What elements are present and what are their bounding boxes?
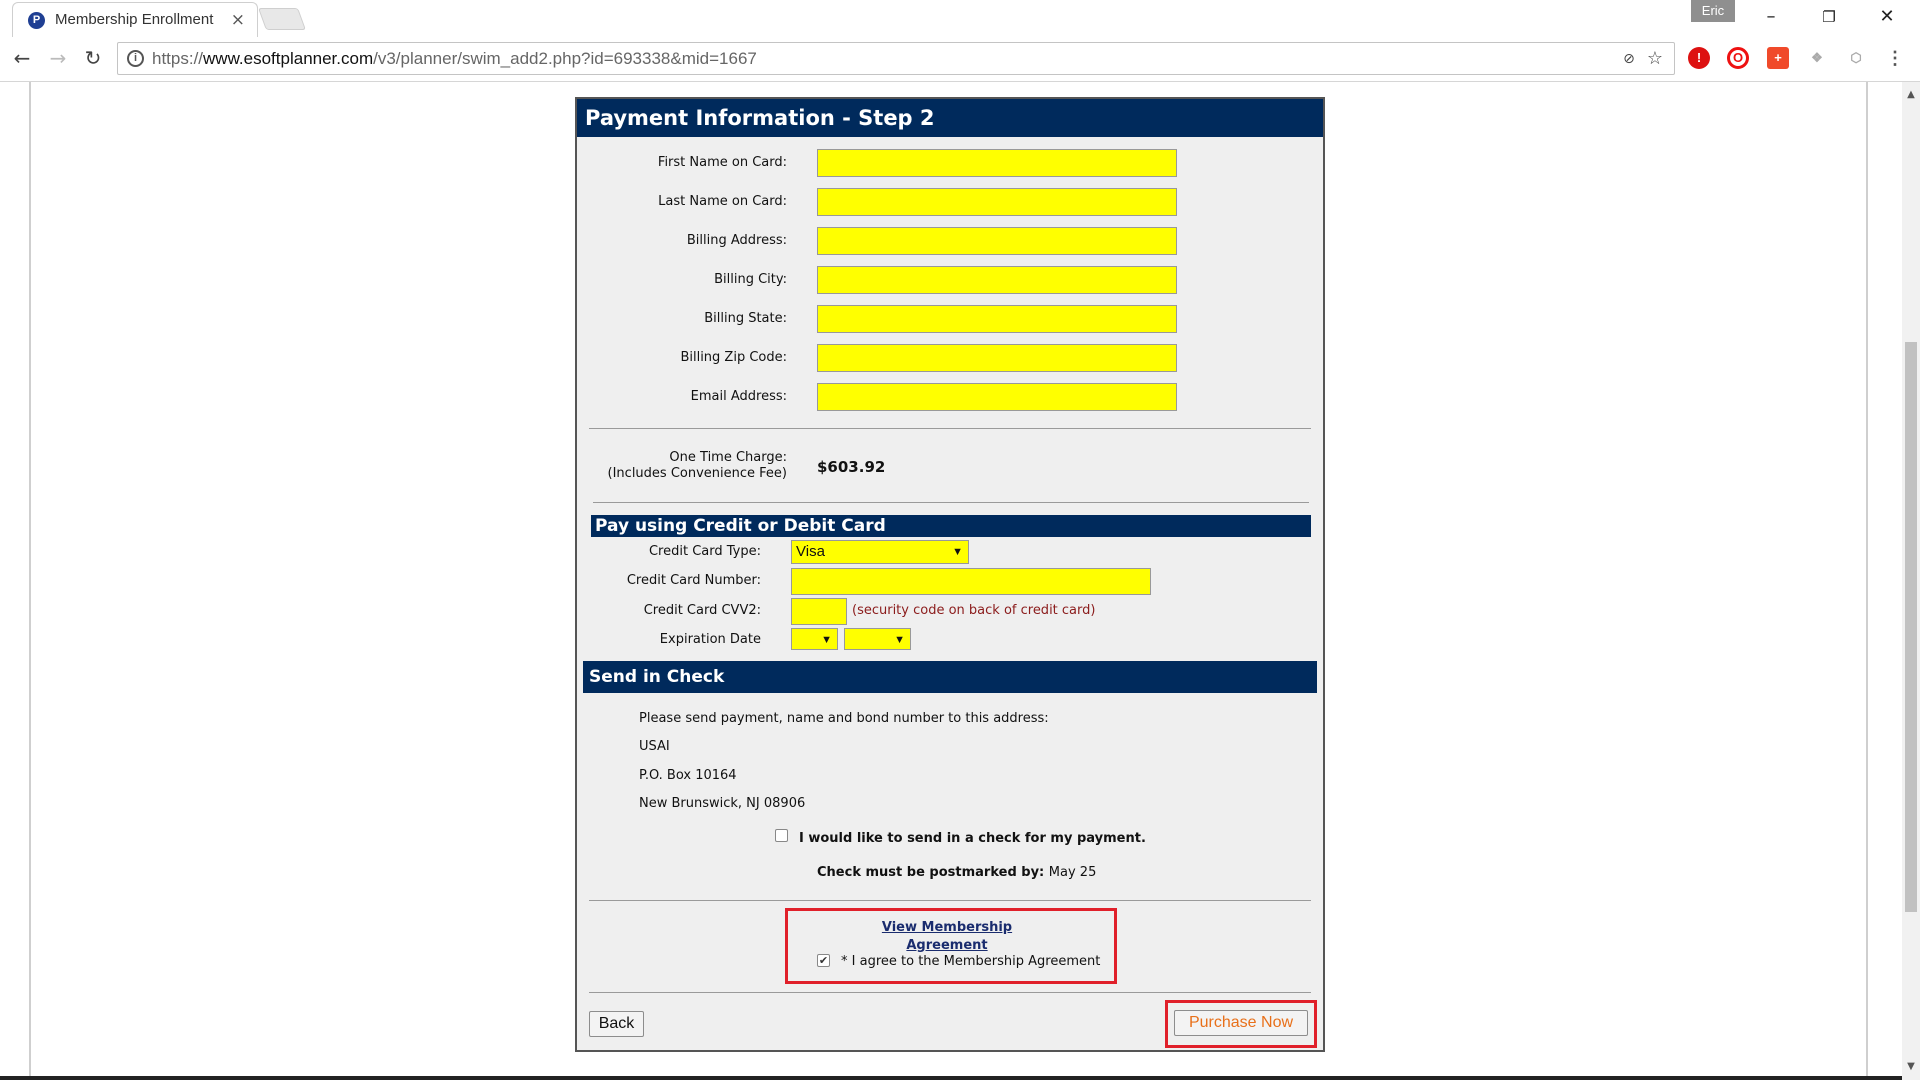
agree-checkbox[interactable]: ✔ (817, 954, 830, 967)
page-bottom-border (0, 1076, 1902, 1080)
billing-zip-row: Billing Zip Code: (577, 344, 1323, 372)
extension-alert-icon[interactable]: ! (1688, 47, 1710, 69)
card-type-value: Visa (796, 543, 825, 560)
last-name-input[interactable] (817, 188, 1177, 216)
charge-label-line2: (Includes Convenience Fee) (607, 466, 787, 481)
address-bar[interactable]: i https://www.esoftplanner.com/v3/planne… (117, 42, 1675, 75)
payment-header: Payment Information - Step 2 (577, 99, 1323, 137)
check-address-line1: USAI (639, 739, 670, 754)
expiration-label: Expiration Date (659, 632, 761, 647)
scroll-thumb[interactable] (1905, 342, 1917, 912)
chevron-down-icon: ▼ (894, 634, 905, 646)
postmark-line: Check must be postmarked by: May 25 (817, 864, 1096, 882)
browser-toolbar: ← → ↻ i https://www.esoftplanner.com/v3/… (0, 37, 1920, 82)
card-type-row: Credit Card Type: Visa ▼ (577, 539, 1323, 565)
card-number-label: Credit Card Number: (626, 573, 761, 588)
browser-tab[interactable]: P Membership Enrollment × (12, 2, 258, 37)
vertical-scrollbar[interactable]: ▲ ▼ (1902, 82, 1920, 1080)
cvv-hint: (security code on back of credit card) (852, 603, 1096, 618)
email-row: Email Address: (577, 383, 1323, 411)
billing-zip-label: Billing Zip Code: (680, 350, 787, 365)
chevron-down-icon: ▼ (952, 546, 963, 558)
billing-zip-input[interactable] (817, 344, 1177, 372)
billing-city-input[interactable] (817, 266, 1177, 294)
cvv-input[interactable] (791, 598, 847, 625)
card-number-row: Credit Card Number: (577, 568, 1323, 595)
purchase-now-button[interactable]: Purchase Now (1174, 1010, 1308, 1036)
minimize-button[interactable]: – (1748, 0, 1794, 34)
check-address-line2: P.O. Box 10164 (639, 768, 737, 783)
send-check-section-title: Send in Check (583, 661, 1317, 693)
email-input[interactable] (817, 383, 1177, 411)
card-number-input[interactable] (791, 568, 1151, 595)
first-name-input[interactable] (817, 149, 1177, 177)
scroll-down-icon[interactable]: ▼ (1902, 1060, 1920, 1074)
billing-state-row: Billing State: (577, 305, 1323, 333)
divider (593, 502, 1309, 503)
shield-extension-icon[interactable]: ⬡ (1845, 47, 1867, 69)
billing-city-row: Billing City: (577, 266, 1323, 294)
last-name-label: Last Name on Card: (658, 194, 787, 209)
agree-label: * I agree to the Membership Agreement (841, 954, 1101, 969)
membership-agreement-link[interactable]: View Membership Agreement (847, 919, 1047, 955)
translate-blocked-icon[interactable]: ⊘ (1618, 48, 1640, 70)
last-name-row: Last Name on Card: (577, 188, 1323, 216)
menu-kebab-icon[interactable]: ⋮ (1884, 47, 1906, 69)
browser-tabstrip: P Membership Enrollment × Eric – ❐ ✕ (0, 0, 1920, 37)
tab-close-icon[interactable]: × (231, 10, 245, 30)
send-check-checkbox[interactable] (775, 829, 788, 842)
divider (589, 992, 1311, 993)
billing-address-row: Billing Address: (577, 227, 1323, 255)
first-name-row: First Name on Card: (577, 149, 1323, 177)
page-border-left (29, 82, 31, 1080)
postmark-date: May 25 (1048, 865, 1097, 880)
page-border-right (1866, 82, 1868, 1080)
opera-extension-icon[interactable]: O (1727, 47, 1749, 69)
plus-extension-icon[interactable]: + (1767, 47, 1789, 69)
scroll-up-icon[interactable]: ▲ (1902, 88, 1920, 102)
billing-state-label: Billing State: (704, 311, 787, 326)
divider (589, 900, 1311, 901)
card-type-label: Credit Card Type: (648, 544, 761, 559)
expiration-month-select[interactable]: ▼ (791, 628, 838, 650)
bookmark-star-icon[interactable]: ☆ (1644, 48, 1666, 70)
charge-label-line1: One Time Charge: (669, 450, 787, 465)
cvv-label: Credit Card CVV2: (643, 603, 761, 618)
card-type-select[interactable]: Visa ▼ (791, 540, 969, 564)
billing-city-label: Billing City: (714, 272, 787, 287)
charge-amount: $603.92 (817, 458, 886, 476)
credit-card-section-title: Pay using Credit or Debit Card (591, 515, 1311, 537)
expiration-year-select[interactable]: ▼ (844, 628, 911, 650)
forward-arrow-icon[interactable]: → (44, 44, 72, 72)
url-text: https://www.esoftplanner.com/v3/planner/… (152, 49, 757, 68)
back-arrow-icon[interactable]: ← (8, 44, 36, 72)
window-close-button[interactable]: ✕ (1864, 0, 1910, 34)
first-name-label: First Name on Card: (657, 155, 787, 170)
email-label: Email Address: (690, 389, 787, 404)
billing-address-input[interactable] (817, 227, 1177, 255)
cvv-row: Credit Card CVV2: (security code on back… (577, 598, 1323, 625)
check-instruction: Please send payment, name and bond numbe… (639, 711, 1049, 726)
profile-button[interactable]: Eric (1691, 0, 1735, 22)
tab-title: Membership Enrollment (55, 11, 214, 28)
chevron-down-icon: ▼ (821, 634, 832, 646)
payment-panel: Payment Information - Step 2 First Name … (575, 97, 1325, 1052)
restore-button[interactable]: ❐ (1806, 0, 1852, 34)
postmark-label: Check must be postmarked by: (817, 865, 1045, 880)
expiration-row: Expiration Date ▼ ▼ (577, 627, 1323, 653)
divider (589, 428, 1311, 429)
check-address-line3: New Brunswick, NJ 08906 (639, 796, 806, 811)
reload-icon[interactable]: ↻ (79, 44, 107, 72)
site-favicon-icon: P (28, 11, 45, 29)
new-tab-button[interactable] (257, 8, 307, 30)
send-check-label: I would like to send in a check for my p… (799, 831, 1146, 846)
one-time-charge-label: One Time Charge: (Includes Convenience F… (608, 450, 787, 482)
billing-address-label: Billing Address: (686, 233, 787, 248)
dropbox-icon[interactable]: ❖ (1806, 47, 1828, 69)
site-info-icon[interactable]: i (127, 50, 144, 67)
billing-state-input[interactable] (817, 305, 1177, 333)
back-button[interactable]: Back (589, 1011, 644, 1037)
